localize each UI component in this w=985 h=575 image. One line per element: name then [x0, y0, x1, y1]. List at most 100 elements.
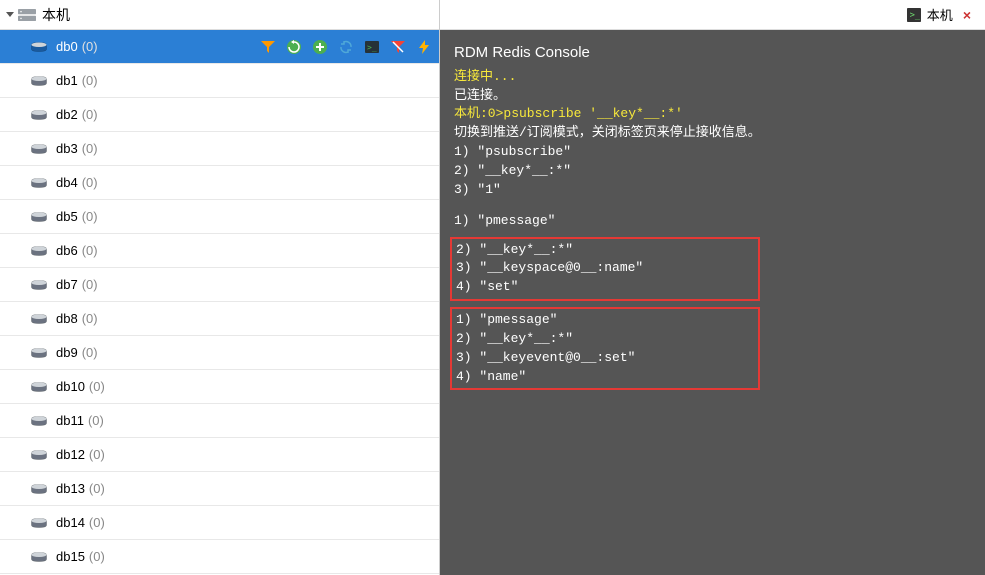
db-item-db15[interactable]: db15 (0) [0, 540, 439, 574]
db-item-db10[interactable]: db10 (0) [0, 370, 439, 404]
tab-close-icon[interactable]: × [963, 7, 971, 23]
console-line: 1) "pmessage" [454, 212, 971, 231]
svg-text:>_: >_ [909, 10, 920, 20]
db-item-db1[interactable]: db1 (0) [0, 64, 439, 98]
filter-icon[interactable] [259, 38, 277, 56]
database-icon [30, 381, 48, 393]
db-label: db8 [56, 311, 78, 326]
db-count: (0) [82, 345, 98, 360]
db-item-db12[interactable]: db12 (0) [0, 438, 439, 472]
db-item-db11[interactable]: db11 (0) [0, 404, 439, 438]
db-item-db6[interactable]: db6 (0) [0, 234, 439, 268]
database-icon [30, 551, 48, 563]
db-label: db6 [56, 243, 78, 258]
db-count: (0) [89, 549, 105, 564]
console-line: 4) "name" [456, 368, 754, 387]
server-icon [18, 8, 36, 22]
db-count: (0) [82, 107, 98, 122]
db-count: (0) [82, 39, 98, 54]
db-count: (0) [89, 447, 105, 462]
database-icon [30, 415, 48, 427]
db-count: (0) [89, 515, 105, 530]
connection-header[interactable]: 本机 [0, 0, 439, 30]
database-icon [30, 41, 48, 53]
db-label: db15 [56, 549, 85, 564]
db-item-db13[interactable]: db13 (0) [0, 472, 439, 506]
highlight-box-keyspace: 2) "__key*__:*" 3) "__keyspace@0__:name"… [450, 237, 760, 302]
tab-bar: >_ 本机 × [440, 0, 985, 30]
database-icon [30, 245, 48, 257]
database-icon [30, 347, 48, 359]
db-count: (0) [82, 175, 98, 190]
console-line: 2) "__key*__:*" [454, 162, 971, 181]
database-icon [30, 483, 48, 495]
database-icon [30, 313, 48, 325]
db-item-db2[interactable]: db2 (0) [0, 98, 439, 132]
db-item-db9[interactable]: db9 (0) [0, 336, 439, 370]
db-label: db10 [56, 379, 85, 394]
db-count: (0) [88, 413, 104, 428]
db-count: (0) [89, 379, 105, 394]
tab-label: 本机 [927, 5, 953, 24]
database-icon [30, 75, 48, 87]
console-output[interactable]: RDM Redis Console 连接中... 已连接。 本机:0>psubs… [440, 30, 985, 575]
console-line: 连接中... [454, 68, 971, 87]
db-toolbar: >_ [259, 38, 433, 56]
db-item-db7[interactable]: db7 (0) [0, 268, 439, 302]
db-item-db8[interactable]: db8 (0) [0, 302, 439, 336]
add-icon[interactable] [311, 38, 329, 56]
connection-name: 本机 [42, 5, 70, 25]
db-count: (0) [82, 73, 98, 88]
database-icon [30, 109, 48, 121]
console-line: 2) "__key*__:*" [456, 241, 754, 260]
refresh-icon[interactable] [337, 38, 355, 56]
db-label: db12 [56, 447, 85, 462]
db-label: db2 [56, 107, 78, 122]
db-label: db9 [56, 345, 78, 360]
db-item-db5[interactable]: db5 (0) [0, 200, 439, 234]
db-label: db5 [56, 209, 78, 224]
main-panel: >_ 本机 × RDM Redis Console 连接中... 已连接。 本机… [440, 0, 985, 575]
console-icon: >_ [907, 8, 921, 22]
terminal-icon[interactable]: >_ [363, 38, 381, 56]
database-icon [30, 449, 48, 461]
console-line: 切换到推送/订阅模式，关闭标签页来停止接收信息。 [454, 124, 971, 143]
console-line: 3) "__keyevent@0__:set" [456, 349, 754, 368]
highlight-box-keyevent: 1) "pmessage" 2) "__key*__:*" 3) "__keye… [450, 307, 760, 390]
db-count: (0) [82, 277, 98, 292]
console-line: 3) "1" [454, 181, 971, 200]
db-item-db0[interactable]: db0 (0)>_ [0, 30, 439, 64]
database-icon [30, 177, 48, 189]
console-prompt: 本机:0>psubscribe '__key*__:*' [454, 105, 971, 124]
svg-text:>_: >_ [367, 43, 377, 52]
database-icon [30, 143, 48, 155]
db-label: db4 [56, 175, 78, 190]
expand-caret-icon [6, 12, 14, 17]
db-item-db14[interactable]: db14 (0) [0, 506, 439, 540]
tab-console[interactable]: >_ 本机 × [901, 3, 977, 26]
clear-filter-icon[interactable] [389, 38, 407, 56]
database-icon [30, 279, 48, 291]
console-line: 1) "pmessage" [456, 311, 754, 330]
console-line: 4) "set" [456, 278, 754, 297]
db-count: (0) [82, 141, 98, 156]
database-list: db0 (0)>_db1 (0)db2 (0)db3 (0)db4 (0)db5… [0, 30, 439, 575]
db-label: db13 [56, 481, 85, 496]
console-line: 2) "__key*__:*" [456, 330, 754, 349]
db-item-db3[interactable]: db3 (0) [0, 132, 439, 166]
sidebar: 本机 db0 (0)>_db1 (0)db2 (0)db3 (0)db4 (0)… [0, 0, 440, 575]
console-line: 3) "__keyspace@0__:name" [456, 259, 754, 278]
db-label: db7 [56, 277, 78, 292]
db-item-db4[interactable]: db4 (0) [0, 166, 439, 200]
console-line: 1) "psubscribe" [454, 143, 971, 162]
console-title: RDM Redis Console [454, 42, 971, 64]
database-icon [30, 211, 48, 223]
db-count: (0) [82, 311, 98, 326]
db-label: db1 [56, 73, 78, 88]
db-count: (0) [89, 481, 105, 496]
db-label: db3 [56, 141, 78, 156]
reload-icon[interactable] [285, 38, 303, 56]
console-line: 已连接。 [454, 87, 971, 106]
database-icon [30, 517, 48, 529]
bolt-icon[interactable] [415, 38, 433, 56]
